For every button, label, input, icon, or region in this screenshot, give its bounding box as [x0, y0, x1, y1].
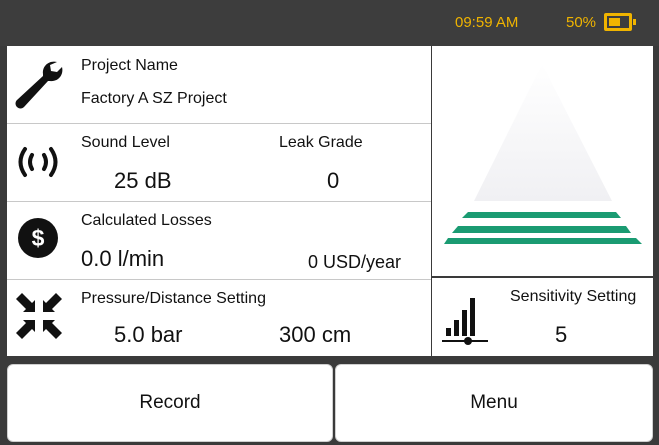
record-button[interactable]: Record	[7, 364, 333, 442]
battery-percent: 50%	[566, 14, 597, 31]
row-divider	[7, 279, 431, 280]
calculated-losses-label: Calculated Losses	[81, 212, 212, 229]
sound-level-label: Sound Level	[81, 134, 170, 151]
pyramid-background	[474, 64, 612, 201]
losses-row: $ Calculated Losses 0.0 l/min 0 USD/year	[7, 202, 431, 279]
distance-value: 300 cm	[279, 322, 352, 347]
project-name-value: Factory A SZ Project	[81, 90, 227, 107]
cost-loss-value: 0 USD/year	[308, 252, 402, 272]
leak-grade-label: Leak Grade	[279, 134, 363, 151]
button-bar: Record Menu	[0, 356, 659, 445]
pressure-row[interactable]: Pressure/Distance Setting 5.0 bar 300 cm	[7, 280, 431, 356]
sound-waves-icon	[18, 147, 58, 177]
sensitivity-panel[interactable]: Sensitivity Setting 5	[432, 278, 653, 356]
app-screen: 09:59 AM 50% Project Name Factory A SZ P…	[0, 0, 659, 445]
grade-bar-2	[452, 226, 631, 233]
leak-grade-indicator	[432, 46, 653, 276]
sound-level-value: 25 dB	[114, 168, 172, 193]
pressure-value: 5.0 bar	[114, 322, 183, 347]
pressure-distance-label: Pressure/Distance Setting	[81, 290, 266, 307]
status-bar: 09:59 AM 50%	[0, 0, 659, 46]
row-divider	[7, 201, 431, 202]
leak-grade-value: 0	[327, 168, 340, 193]
flow-loss-value: 0.0 l/min	[81, 246, 165, 271]
compress-arrows-icon	[16, 293, 62, 339]
menu-button[interactable]: Menu	[335, 364, 653, 442]
sensitivity-value: 5	[555, 322, 568, 347]
sound-row: Sound Level 25 dB Leak Grade 0	[7, 124, 431, 201]
svg-text:$: $	[32, 225, 45, 251]
project-name-label: Project Name	[81, 57, 178, 74]
row-divider	[7, 123, 431, 124]
grade-bar-3	[444, 238, 642, 244]
grade-pyramid	[444, 64, 642, 244]
status-time: 09:59 AM	[455, 14, 519, 31]
battery-icon	[604, 13, 636, 31]
grade-bar-1	[462, 212, 621, 218]
sensitivity-label: Sensitivity Setting	[510, 288, 637, 305]
signal-bars-icon	[442, 298, 488, 345]
project-row[interactable]: Project Name Factory A SZ Project	[7, 46, 431, 123]
wrench-icon	[15, 61, 63, 109]
dollar-icon: $	[18, 218, 58, 258]
